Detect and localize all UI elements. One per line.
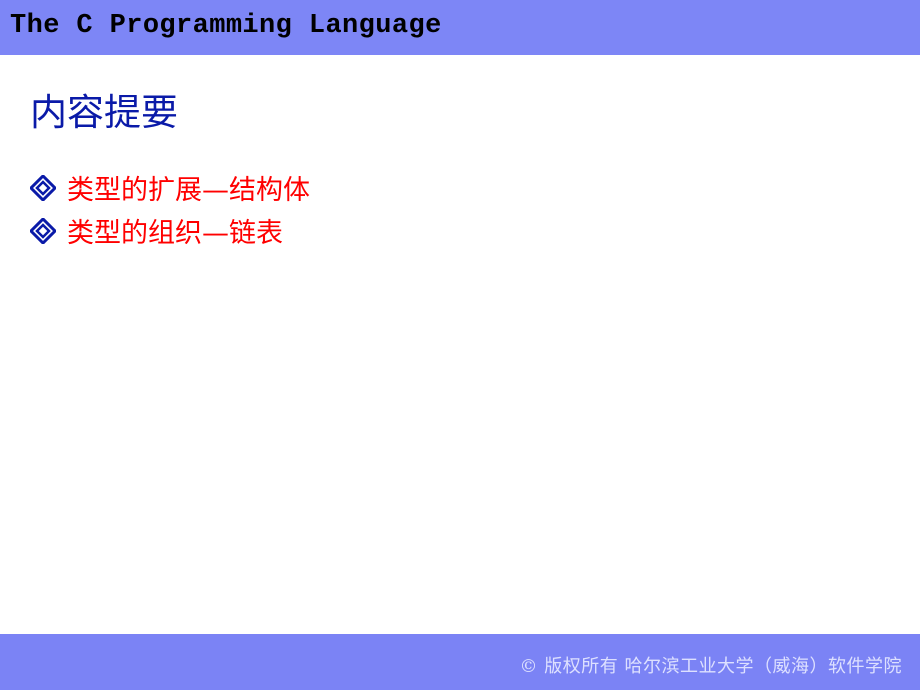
bullet-text: 类型的组织—链表 — [67, 218, 283, 249]
bullet-item: 类型的组织—链表 — [28, 209, 310, 252]
slide-title: 内容提要 — [30, 91, 178, 134]
course-title: The C Programming Language — [10, 11, 442, 41]
header-band: The C Programming Language — [0, 0, 920, 55]
bullet-item: 类型的扩展—结构体 — [28, 166, 310, 209]
footer-band: © 版权所有 哈尔滨工业大学（威海）软件学院 — [0, 634, 920, 690]
diamond-bullet-icon — [28, 173, 58, 202]
copyright-notice: © 版权所有 哈尔滨工业大学（威海）软件学院 — [519, 656, 902, 677]
bullet-list: 类型的扩展—结构体 类型的组织—链表 — [28, 166, 310, 252]
diamond-bullet-icon — [28, 216, 58, 245]
bullet-text: 类型的扩展—结构体 — [67, 175, 310, 206]
